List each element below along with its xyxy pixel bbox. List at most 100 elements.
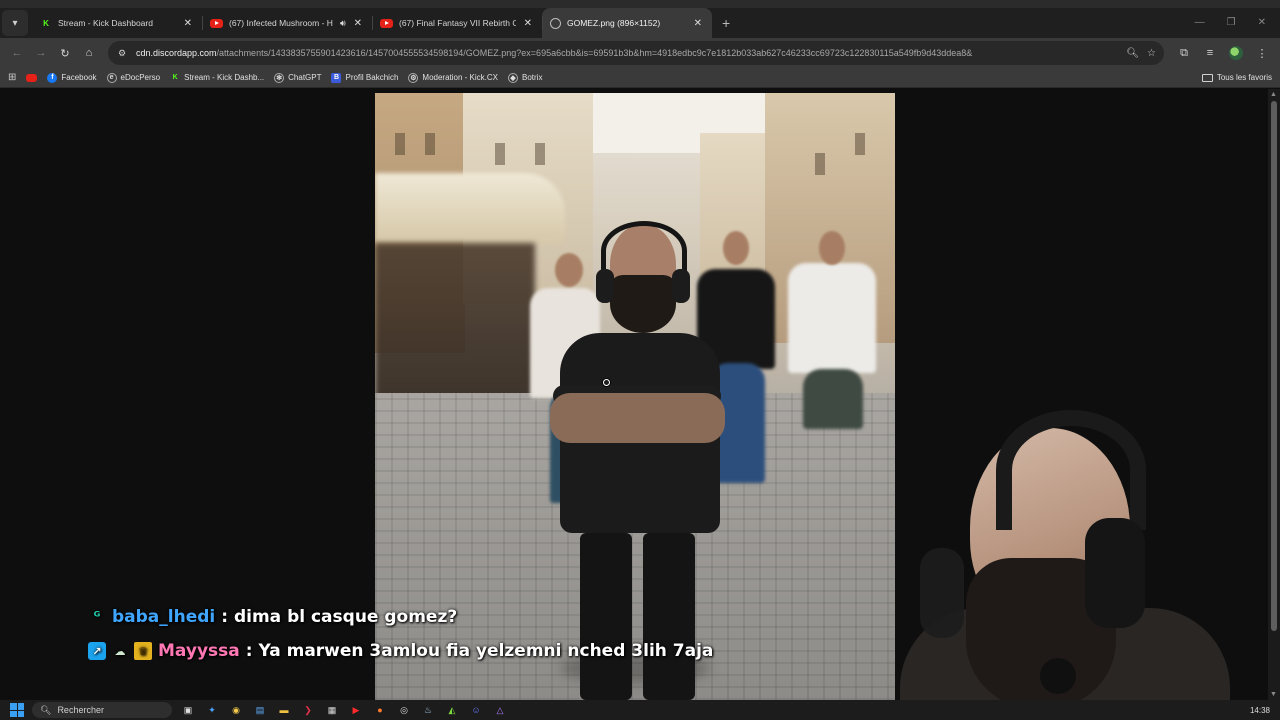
media-controls-icon[interactable]: ≡ <box>1200 43 1220 63</box>
bookmark-label: Stream - Kick Dashb... <box>184 73 265 82</box>
chat-text: : dima bl casque gomez? <box>221 607 458 627</box>
menu-icon[interactable]: ⋮ <box>1252 43 1272 63</box>
copilot-icon[interactable]: ✦ <box>204 702 220 718</box>
chrome-icon[interactable]: ◉ <box>228 702 244 718</box>
url-text[interactable]: cdn.discordapp.com/attachments/143383575… <box>136 48 1118 58</box>
man-beard <box>610 275 676 333</box>
site-info-icon[interactable]: ⚙︎ <box>116 47 128 59</box>
chatgpt-icon: ✻ <box>274 72 285 83</box>
pedestrian-shorts <box>803 369 863 429</box>
bookmark-kick-dashboard[interactable]: K Stream - Kick Dashb... <box>170 73 265 83</box>
extensions-icon[interactable]: ⧉ <box>1174 43 1194 63</box>
start-button[interactable] <box>10 703 24 717</box>
taskbar-search[interactable]: 🔍︎ Rechercher <box>32 702 172 718</box>
scrollbar[interactable]: ▲ ▼ <box>1268 89 1280 700</box>
chat-message: ᴳ baba_lhedi : dima bl casque gomez? <box>88 600 728 634</box>
app-icon[interactable]: ◭ <box>444 702 460 718</box>
edoc-icon: e <box>106 72 117 83</box>
tab-search-button[interactable]: ▾ <box>2 10 28 36</box>
clock-time: 14:38 <box>1249 705 1270 715</box>
close-icon[interactable]: ✕ <box>182 18 194 29</box>
discord-icon[interactable]: ☺ <box>468 702 484 718</box>
screen: ▾ K Stream - Kick Dashboard ✕ (67) Infec… <box>0 0 1280 720</box>
bookmark-moderation[interactable]: ⚙ Moderation - Kick.CX <box>408 72 498 83</box>
app-icon[interactable]: ❯ <box>300 702 316 718</box>
steam-icon[interactable]: ♨ <box>420 702 436 718</box>
reload-button[interactable]: ↻ <box>56 44 74 62</box>
zoom-icon[interactable]: 🔍︎ <box>1126 48 1139 59</box>
kick-icon: K <box>172 74 178 81</box>
chat-username: Mayyssa <box>158 641 240 661</box>
profile-avatar[interactable] <box>1226 43 1246 63</box>
task-view-icon[interactable]: ▣ <box>180 702 196 718</box>
og-badge-icon: ᴳ <box>93 609 101 625</box>
tab-kick-dashboard[interactable]: K Stream - Kick Dashboard ✕ <box>32 8 202 38</box>
address-bar[interactable]: ⚙︎ cdn.discordapp.com/attachments/143383… <box>108 41 1164 65</box>
home-button[interactable]: ⌂ <box>80 44 98 62</box>
obs-icon[interactable]: ◎ <box>396 702 412 718</box>
folder-icon <box>1201 73 1213 82</box>
crown-badge-icon: ♛ <box>134 642 152 660</box>
pedestrian-head <box>723 231 749 265</box>
bookmark-label: ChatGPT <box>288 73 322 82</box>
back-button[interactable]: ← <box>8 44 26 62</box>
file-explorer-icon[interactable]: ▬ <box>276 702 292 718</box>
window <box>425 133 435 155</box>
tab-title: GOMEZ.png (896×1152) <box>567 18 661 28</box>
all-bookmarks-folder[interactable]: Tous les favoris <box>1201 73 1272 82</box>
restore-icon[interactable]: ❐ <box>1227 17 1236 28</box>
tab-title: (67) Final Fantasy VII Rebirth O <box>399 18 516 28</box>
bakchich-icon: B <box>331 72 342 83</box>
minimize-icon[interactable]: — <box>1195 17 1205 28</box>
scroll-up-arrow[interactable]: ▲ <box>1270 91 1277 98</box>
bookmark-label: Botrix <box>522 73 543 82</box>
bookmark-label: Profil Bakchich <box>345 73 399 82</box>
search-placeholder: Rechercher <box>57 705 104 715</box>
youtube-icon <box>210 18 223 28</box>
chat-text: : Ya marwen 3amlou fia yelzemni nched 3l… <box>245 641 714 661</box>
moderation-icon: ⚙ <box>408 72 419 83</box>
speaker-icon[interactable]: 🔊︎ <box>340 18 346 29</box>
app-icon[interactable]: ● <box>372 702 388 718</box>
close-window-icon[interactable]: ✕ <box>1258 17 1266 28</box>
tab-gomez-image[interactable]: GOMEZ.png (896×1152) ✕ <box>542 8 712 38</box>
pedestrian-head <box>819 231 845 265</box>
bookmark-botrix[interactable]: ◆ Botrix <box>508 72 543 83</box>
url-path: /attachments/1433835755901423616/1457004… <box>216 48 973 58</box>
bookmark-edocperso[interactable]: e eDocPerso <box>106 72 160 83</box>
browser-toolbar: ← → ↻ ⌂ ⚙︎ cdn.discordapp.com/attachment… <box>0 38 1280 68</box>
window <box>815 153 825 175</box>
apps-grid-icon[interactable]: ⊞ <box>8 72 16 83</box>
forward-button[interactable]: → <box>32 44 50 62</box>
close-icon[interactable]: ✕ <box>522 18 534 29</box>
avatar <box>1229 46 1243 60</box>
bookmark-facebook[interactable]: f Facebook <box>47 72 97 83</box>
bookmarks-bar: ⊞ f Facebook e eDocPerso K Stream - Kick Da… <box>0 68 1280 88</box>
close-icon[interactable]: ✕ <box>692 18 704 29</box>
youtube-icon[interactable]: ▶ <box>348 702 364 718</box>
url-host: cdn.discordapp.com <box>136 48 217 58</box>
cafe-awning <box>375 173 565 243</box>
new-tab-button[interactable]: + <box>712 15 740 38</box>
bookmark-youtube[interactable] <box>26 73 38 82</box>
botrix-icon: ◆ <box>508 72 518 83</box>
app-icon[interactable]: △ <box>492 702 508 718</box>
close-icon[interactable]: ✕ <box>352 18 364 29</box>
bookmark-profil-bakchich[interactable]: B Profil Bakchich <box>331 72 399 83</box>
tab-infected-mushroom[interactable]: (67) Infected Mushroom - H 🔊︎ ✕ <box>202 8 372 38</box>
sub-gifter-badge-icon: ↗ <box>88 642 106 660</box>
bookmark-star-icon[interactable]: ☆ <box>1147 48 1156 59</box>
bookmark-chatgpt[interactable]: ✻ ChatGPT <box>274 72 322 83</box>
tab-final-fantasy[interactable]: (67) Final Fantasy VII Rebirth O ✕ <box>372 8 542 38</box>
app-icon[interactable]: ▦ <box>324 702 340 718</box>
bookmark-label: Moderation - Kick.CX <box>422 73 498 82</box>
tab-title: (67) Infected Mushroom - H <box>229 18 333 28</box>
webcam-overlay <box>900 408 1240 700</box>
store-icon[interactable]: ▤ <box>252 702 268 718</box>
window <box>495 143 505 165</box>
scroll-thumb[interactable] <box>1271 101 1277 631</box>
window <box>395 133 405 155</box>
scroll-down-arrow[interactable]: ▼ <box>1270 691 1277 698</box>
youtube-icon <box>26 73 38 82</box>
system-clock[interactable]: 14:38 <box>1250 706 1270 715</box>
